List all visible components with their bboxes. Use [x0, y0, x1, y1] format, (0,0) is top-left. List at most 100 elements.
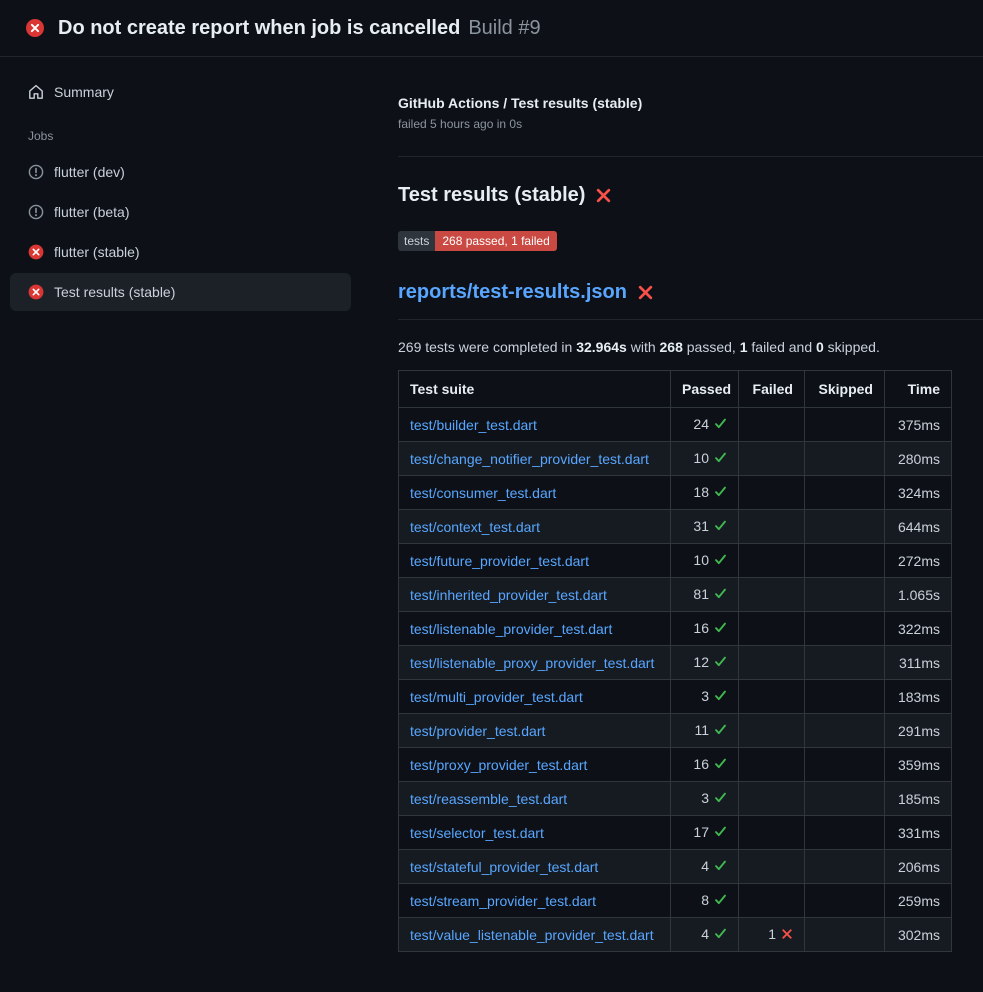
passed-cell: 4	[671, 850, 739, 884]
skipped-cell	[805, 442, 885, 476]
summary-text: skipped.	[824, 339, 880, 355]
table-row: test/proxy_provider_test.dart 16 359ms	[399, 748, 952, 782]
report-file-link[interactable]: reports/test-results.json	[398, 281, 627, 304]
time-cell: 322ms	[885, 612, 952, 646]
time-cell: 259ms	[885, 884, 952, 918]
test-suite-link[interactable]: test/listenable_provider_test.dart	[410, 621, 612, 637]
col-header-time: Time	[885, 371, 952, 408]
x-circle-icon	[28, 284, 44, 300]
time-cell: 644ms	[885, 510, 952, 544]
check-icon	[714, 450, 727, 468]
summary-text: failed and	[748, 339, 817, 355]
time-cell: 331ms	[885, 816, 952, 850]
test-suite-link[interactable]: test/proxy_provider_test.dart	[410, 757, 587, 773]
test-suite-cell: test/multi_provider_test.dart	[399, 680, 671, 714]
sidebar-item-label: flutter (stable)	[54, 244, 140, 260]
passed-cell-value: 10	[693, 450, 709, 466]
sidebar-item-flutter-dev[interactable]: flutter (dev)	[10, 153, 351, 191]
main-content: GitHub Actions / Test results (stable) f…	[370, 57, 983, 992]
test-suite-link[interactable]: test/consumer_test.dart	[410, 485, 556, 501]
table-row: test/inherited_provider_test.dart 81 1.065…	[399, 578, 952, 612]
test-suite-link[interactable]: test/selector_test.dart	[410, 825, 544, 841]
failed-cell	[739, 442, 805, 476]
table-row: test/multi_provider_test.dart3183ms	[399, 680, 952, 714]
test-suite-link[interactable]: test/multi_provider_test.dart	[410, 689, 583, 705]
sidebar-item-test-results-stable[interactable]: Test results (stable)	[10, 273, 351, 311]
test-suite-link[interactable]: test/provider_test.dart	[410, 723, 545, 739]
sidebar: Summary Jobs flutter (dev) flut	[0, 57, 370, 313]
test-suite-cell: test/value_listenable_provider_test.dart	[399, 918, 671, 952]
x-circle-icon	[28, 244, 44, 260]
passed-cell: 3	[671, 680, 739, 714]
skipped-cell	[805, 510, 885, 544]
test-suite-link[interactable]: test/change_notifier_provider_test.dart	[410, 451, 649, 467]
check-icon	[714, 824, 727, 842]
failed-cell	[739, 646, 805, 680]
failed-cell	[739, 544, 805, 578]
sidebar-item-flutter-stable[interactable]: flutter (stable)	[10, 233, 351, 271]
failed-cell	[739, 476, 805, 510]
failed-cell	[739, 884, 805, 918]
summary-line: 269 tests were completed in 32.964s with…	[398, 339, 951, 355]
test-suite-link[interactable]: test/stateful_provider_test.dart	[410, 859, 598, 875]
table-row: test/selector_test.dart 17 331ms	[399, 816, 952, 850]
summary-text: 269 tests were completed in	[398, 339, 576, 355]
test-suite-cell: test/context_test.dart	[399, 510, 671, 544]
check-icon	[714, 892, 727, 910]
passed-cell-value: 17	[693, 824, 709, 840]
test-suite-cell: test/stream_provider_test.dart	[399, 884, 671, 918]
passed-cell: 31	[671, 510, 739, 544]
passed-cell: 18	[671, 476, 739, 510]
check-icon	[714, 586, 727, 604]
failed-cell: 1	[739, 918, 805, 952]
passed-cell-value: 81	[693, 586, 709, 602]
skipped-cell	[805, 612, 885, 646]
skipped-cell	[805, 578, 885, 612]
test-suite-link[interactable]: test/stream_provider_test.dart	[410, 893, 596, 909]
test-suite-link[interactable]: test/future_provider_test.dart	[410, 553, 589, 569]
test-suite-cell: test/listenable_proxy_provider_test.dart	[399, 646, 671, 680]
time-cell: 185ms	[885, 782, 952, 816]
test-suite-link[interactable]: test/context_test.dart	[410, 519, 540, 535]
skipped-cell	[805, 850, 885, 884]
passed-cell: 10	[671, 442, 739, 476]
failed-cell-value: 1	[768, 926, 776, 942]
neutral-status-icon	[28, 164, 44, 180]
test-suite-link[interactable]: test/listenable_proxy_provider_test.dart	[410, 655, 654, 671]
skipped-cell	[805, 918, 885, 952]
x-icon	[637, 284, 654, 301]
sidebar-item-label: flutter (dev)	[54, 164, 125, 180]
check-icon	[714, 926, 727, 944]
sidebar-item-flutter-beta[interactable]: flutter (beta)	[10, 193, 351, 231]
table-row: test/stateful_provider_test.dart4206ms	[399, 850, 952, 884]
passed-cell-value: 16	[693, 756, 709, 772]
page-header: Do not create report when job is cancell…	[0, 0, 983, 57]
test-suite-link[interactable]: test/reassemble_test.dart	[410, 791, 567, 807]
table-row: test/context_test.dart 31 644ms	[399, 510, 952, 544]
test-suite-link[interactable]: test/builder_test.dart	[410, 417, 537, 433]
time-cell: 302ms	[885, 918, 952, 952]
check-icon	[714, 620, 727, 638]
page-title: Do not create report when job is cancell…	[58, 17, 460, 40]
passed-cell: 12	[671, 646, 739, 680]
skipped-cell	[805, 884, 885, 918]
skipped-cell	[805, 816, 885, 850]
test-suite-link[interactable]: test/value_listenable_provider_test.dart	[410, 927, 654, 943]
col-header-failed: Failed	[739, 371, 805, 408]
passed-cell-value: 4	[701, 858, 709, 874]
test-suite-link[interactable]: test/inherited_provider_test.dart	[410, 587, 607, 603]
passed-cell: 3	[671, 782, 739, 816]
time-cell: 359ms	[885, 748, 952, 782]
passed-cell-value: 8	[701, 892, 709, 908]
passed-cell-value: 3	[701, 790, 709, 806]
passed-cell: 16	[671, 612, 739, 646]
table-row: test/value_listenable_provider_test.dart…	[399, 918, 952, 952]
x-icon	[781, 926, 793, 944]
sidebar-item-summary[interactable]: Summary	[10, 73, 351, 111]
test-suite-cell: test/selector_test.dart	[399, 816, 671, 850]
time-cell: 280ms	[885, 442, 952, 476]
failed-cell	[739, 612, 805, 646]
summary-text: passed,	[683, 339, 740, 355]
failed-cell	[739, 850, 805, 884]
time-cell: 1.065s	[885, 578, 952, 612]
